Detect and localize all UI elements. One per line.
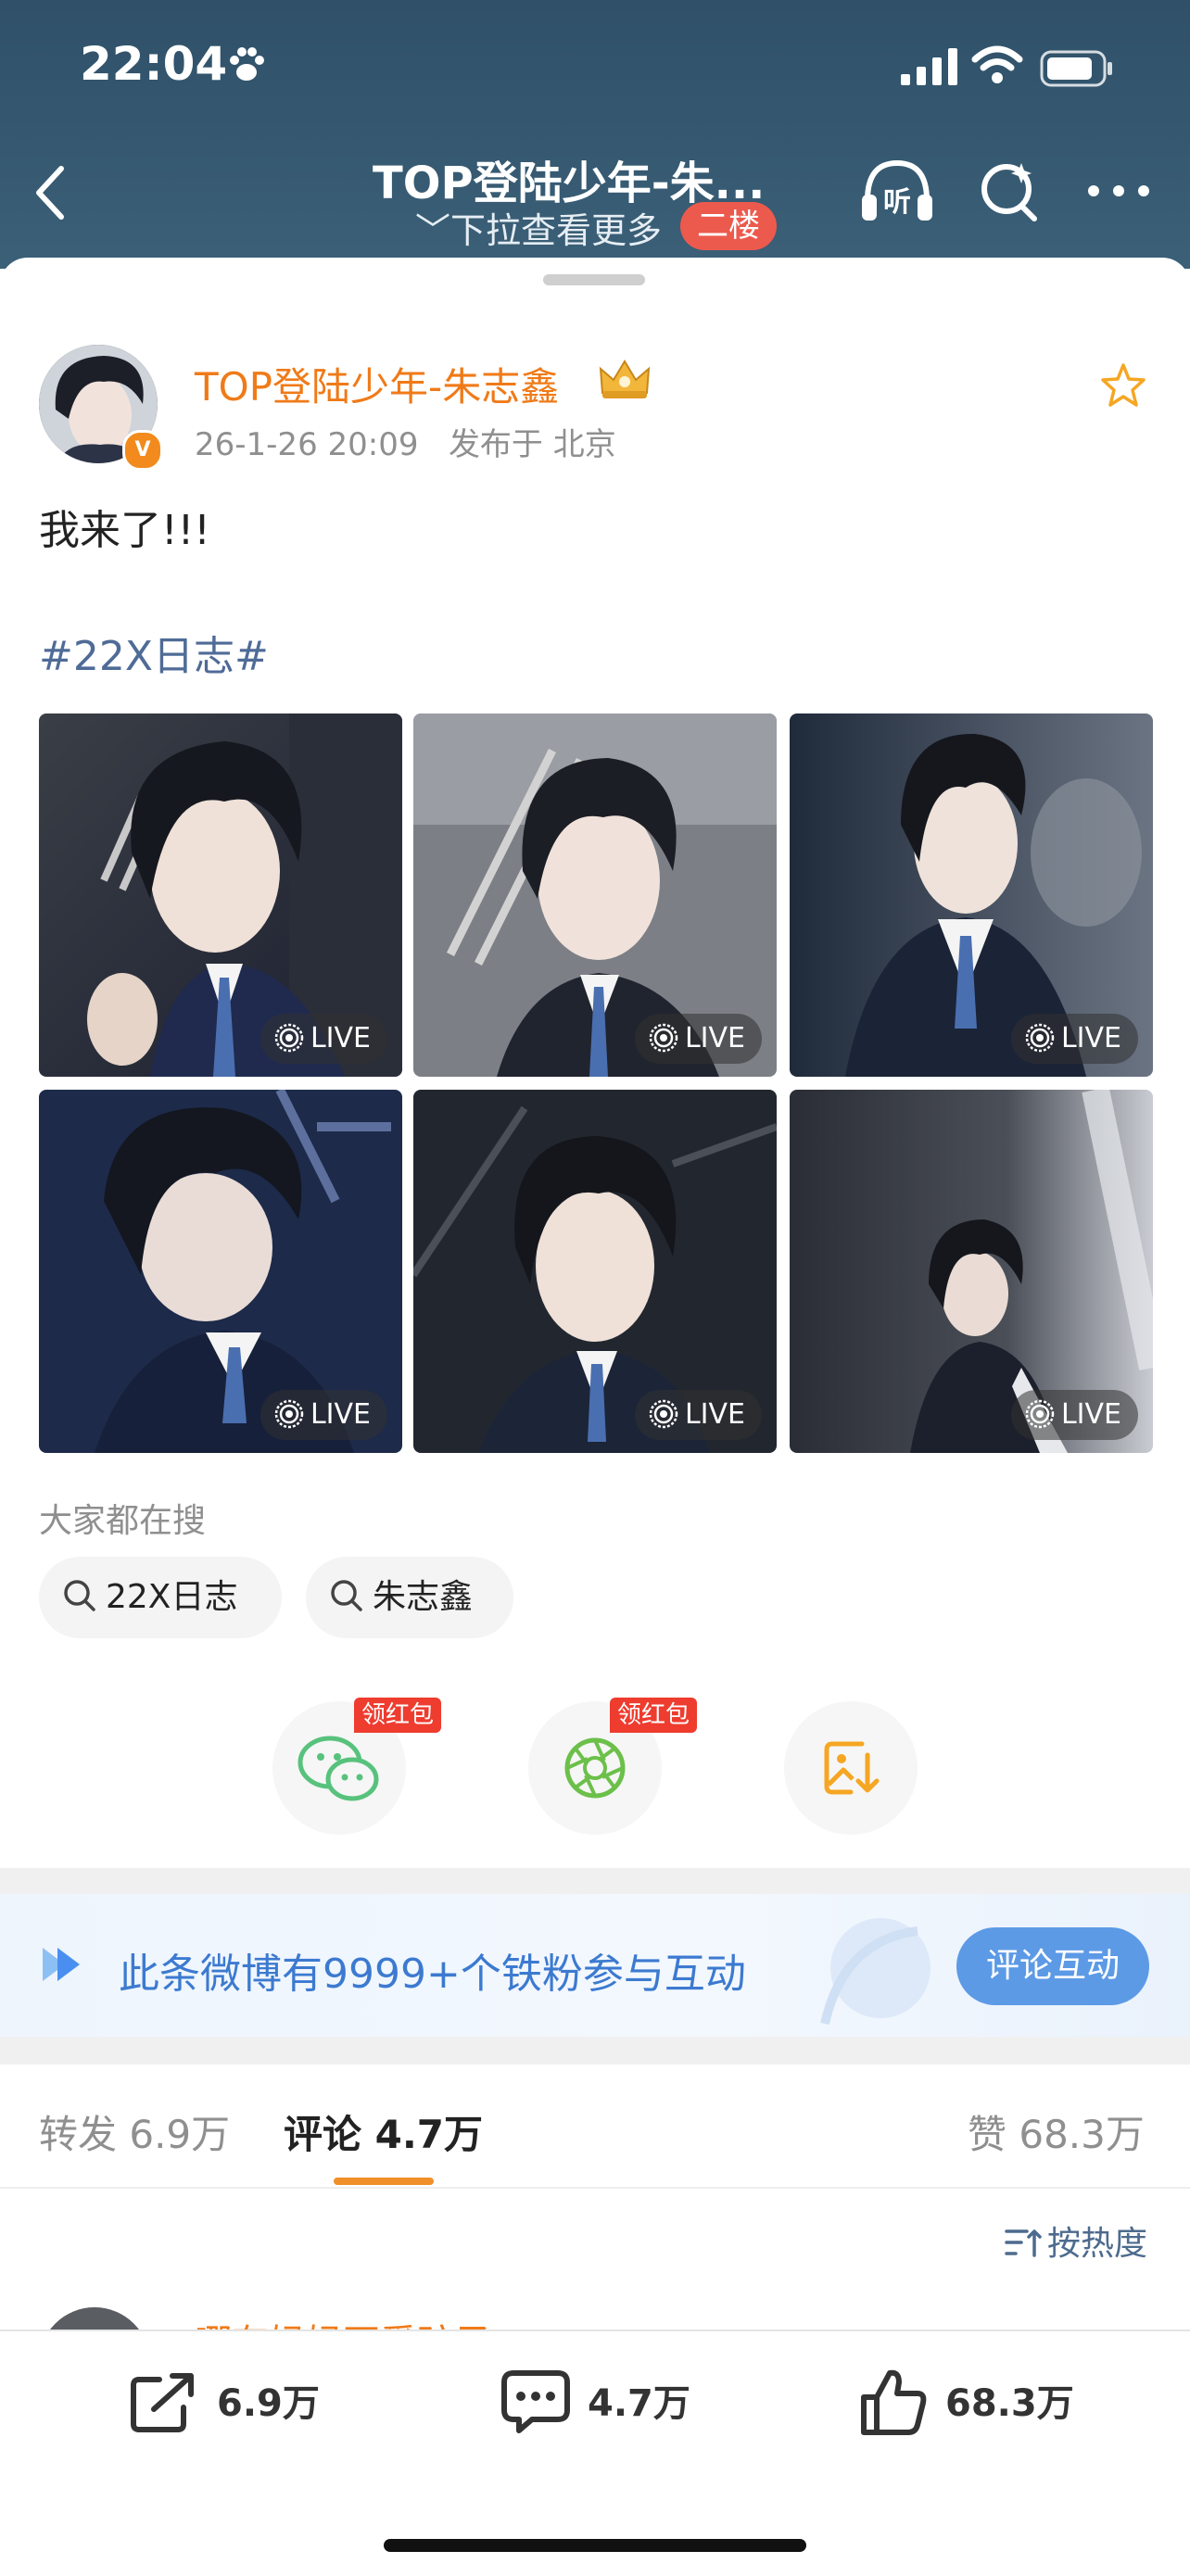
photo-4[interactable]: LIVE (39, 1090, 402, 1453)
thumbs-up-icon (861, 2369, 927, 2435)
live-photo-icon (274, 1399, 304, 1428)
headphones-icon: 听 (862, 159, 932, 221)
post-text: 我来了!!! (39, 507, 210, 554)
live-badge: LIVE (260, 1014, 387, 1064)
trending-search-heading: 大家都在搜 (39, 1502, 207, 1540)
save-image-icon (824, 1741, 880, 1795)
floor-badge[interactable]: 二楼 (680, 202, 777, 250)
listen-button[interactable]: 听 (858, 158, 936, 228)
photo-1[interactable]: LIVE (39, 713, 402, 1077)
live-photo-icon (1025, 1399, 1055, 1428)
tab-divider (0, 2187, 1190, 2189)
verified-badge: V (122, 430, 163, 471)
tab-comment[interactable]: 评论 4.7万 (284, 2103, 483, 2160)
search-chip-2[interactable]: 朱志鑫 (306, 1557, 513, 1638)
search-icon (331, 1580, 362, 1611)
section-divider (0, 1868, 1190, 1894)
status-time: 22:04 (80, 37, 228, 91)
fans-banner-text: 此条微博有9999+个铁粉参与互动 (119, 1951, 746, 1998)
paw-icon (230, 47, 264, 81)
topic-link[interactable]: #22X日志# (39, 623, 269, 682)
chevron-down-icon: ﹀ (415, 210, 451, 251)
fan-arrow-icon (43, 1948, 80, 1981)
comment-button[interactable]: 4.7万 (500, 2370, 690, 2433)
like-button[interactable]: 68.3万 (858, 2369, 1074, 2435)
live-photo-icon (274, 1023, 304, 1052)
live-badge: LIVE (1010, 1014, 1138, 1064)
pull-down-text: 下拉查看更多 (450, 210, 663, 251)
live-badge: LIVE (1010, 1390, 1138, 1440)
favorite-star-icon[interactable] (1099, 361, 1147, 410)
section-divider (0, 2037, 1190, 2065)
live-photo-icon (649, 1399, 678, 1428)
search-icon (64, 1580, 95, 1611)
back-icon[interactable] (32, 165, 69, 221)
search-chip-label: 22X日志 (106, 1578, 238, 1616)
comment-icon (501, 2370, 570, 2433)
active-tab-indicator (334, 2178, 434, 2185)
sort-icon (1005, 2229, 1042, 2257)
live-photo-icon (649, 1023, 678, 1052)
more-icon[interactable] (1086, 182, 1151, 200)
search-chip-1[interactable]: 22X日志 (39, 1557, 282, 1638)
post-timestamp: 26-1-26 20:09 (195, 426, 419, 463)
sort-by-hot[interactable]: 按热度 (1005, 2216, 1147, 2265)
search-chip-label: 朱志鑫 (373, 1578, 474, 1616)
author-name[interactable]: TOP登陆少年-朱志鑫 (195, 356, 559, 412)
battery-icon (1040, 50, 1112, 87)
post-meta: 26-1-26 20:09 发布于 北京 (195, 419, 616, 464)
red-packet-tag: 领红包 (354, 1698, 442, 1733)
svg-text:听: 听 (883, 186, 911, 219)
photo-5[interactable]: LIVE (413, 1090, 777, 1453)
repost-button[interactable]: 6.9万 (130, 2373, 320, 2433)
photo-6[interactable]: LIVE (790, 1090, 1153, 1453)
banner-decoration (820, 1918, 930, 2026)
live-badge: LIVE (634, 1014, 762, 1064)
photo-2[interactable]: LIVE (413, 713, 777, 1077)
search-sparkle-icon[interactable] (977, 158, 1044, 224)
live-photo-icon (1025, 1023, 1055, 1052)
comment-interact-button[interactable]: 评论互动 (956, 1927, 1149, 2005)
pull-down-hint[interactable]: ﹀下拉查看更多 (415, 202, 662, 253)
tab-like[interactable]: 赞 68.3万 (968, 2103, 1145, 2160)
home-indicator[interactable] (384, 2539, 806, 2552)
repost-icon (131, 2373, 194, 2432)
signal-icon (901, 48, 957, 85)
save-image-button[interactable] (784, 1701, 918, 1835)
crown-badge-icon (599, 360, 651, 398)
tab-repost[interactable]: 转发 6.9万 (39, 2103, 230, 2160)
live-badge: LIVE (260, 1390, 387, 1440)
red-packet-tag: 领红包 (610, 1698, 698, 1733)
wifi-icon (971, 45, 1023, 83)
live-badge: LIVE (634, 1390, 762, 1440)
post-location: 发布于 北京 (448, 426, 616, 463)
drag-handle[interactable] (543, 274, 645, 285)
photo-3[interactable]: LIVE (790, 713, 1153, 1077)
